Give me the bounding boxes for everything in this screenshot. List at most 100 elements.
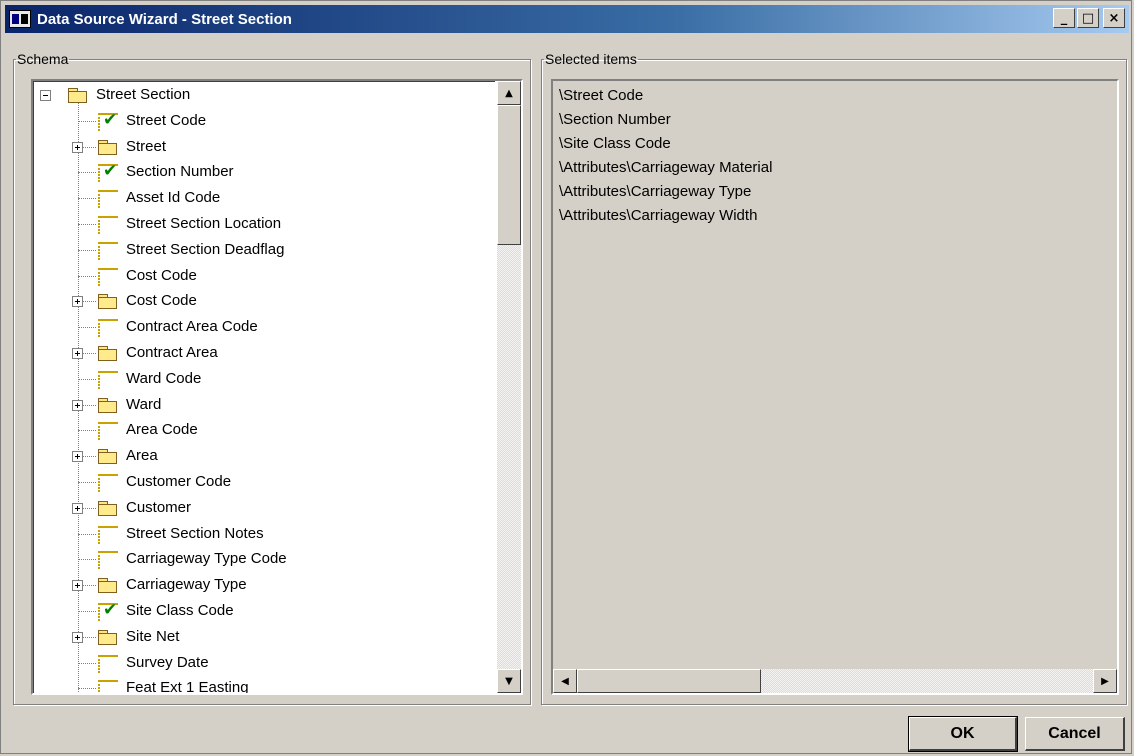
- plus-box-icon[interactable]: [72, 348, 83, 359]
- tree-connector-line: [78, 327, 96, 329]
- field-icon: ✔: [98, 600, 118, 621]
- selected-list-item[interactable]: \Attributes\Carriageway Material: [559, 159, 772, 176]
- field-icon-tick: [98, 658, 100, 661]
- checkmark-icon: ✔: [103, 600, 118, 620]
- tree-connector-line: [78, 249, 96, 251]
- tree-item[interactable]: Customer Code: [34, 470, 495, 496]
- selected-list-item[interactable]: \Street Code: [559, 87, 643, 104]
- tree-item[interactable]: Cost Code: [34, 264, 495, 290]
- tree-item-label: Site Net: [126, 627, 180, 645]
- folder-icon: [98, 578, 118, 594]
- title-bar[interactable]: Data Source Wizard - Street Section _ □ …: [5, 5, 1129, 33]
- minus-box-icon[interactable]: [40, 90, 51, 101]
- maximize-button[interactable]: □: [1077, 8, 1099, 28]
- plus-box-icon[interactable]: [72, 296, 83, 308]
- tree-item[interactable]: Street Section Location: [34, 212, 495, 238]
- checkmark-icon: ✔: [103, 109, 118, 130]
- scroll-thumb[interactable]: [497, 105, 521, 245]
- field-icon-tick: [98, 690, 100, 693]
- tree-item[interactable]: Carriageway Type: [34, 573, 495, 599]
- folder-body: [98, 400, 117, 413]
- selected-list-item[interactable]: \Attributes\Carriageway Width: [559, 207, 757, 224]
- scroll-left-button[interactable]: ◀: [553, 669, 577, 693]
- field-icon-tick: [98, 377, 100, 380]
- tree-item-label: Street: [126, 137, 167, 155]
- tree-item[interactable]: Area Code: [34, 418, 495, 444]
- field-icon-top: [98, 267, 118, 270]
- selected-items-list[interactable]: ◀ ▶ \Street Code \Section Number \Site Cla…: [551, 79, 1119, 695]
- plus-box-icon[interactable]: [72, 399, 83, 411]
- field-icon-tick: [98, 180, 100, 183]
- tree-item[interactable]: Carriageway Type Code: [34, 547, 495, 573]
- schema-legend: Schema: [17, 51, 69, 67]
- tree-item[interactable]: Survey Date: [34, 651, 495, 677]
- field-icon-tick: [98, 555, 100, 558]
- selected-list-item[interactable]: \Attributes\Carriageway Type: [559, 183, 751, 200]
- field-icon-tick: [98, 251, 100, 254]
- tree-item[interactable]: Street Section: [34, 83, 495, 109]
- plus-box-icon[interactable]: [72, 631, 83, 643]
- field-icon-tick: [98, 487, 100, 489]
- field-icon-tick: [98, 203, 100, 206]
- tree-item[interactable]: Street Section Notes: [34, 522, 495, 548]
- tree-item[interactable]: Street: [34, 135, 495, 161]
- field-icon-top: [98, 525, 118, 528]
- tree-item-label: Section Number: [126, 163, 234, 181]
- field-icon: [98, 654, 118, 673]
- selected-horizontal-scrollbar[interactable]: ◀ ▶: [553, 669, 1117, 693]
- selected-list-item[interactable]: \Section Number: [559, 111, 671, 128]
- field-icon-tick: [98, 438, 100, 441]
- horizontal-scroll-thumb[interactable]: [577, 669, 761, 693]
- title-buttons: _ □ ×: [1053, 8, 1125, 28]
- field-icon-tick: [98, 619, 100, 621]
- field-icon-tick: [98, 128, 100, 131]
- field-icon-tick: [98, 125, 100, 128]
- folder-body: [98, 297, 117, 310]
- field-icon: [98, 267, 118, 286]
- tree-item[interactable]: ✔ Site Class Code: [34, 599, 495, 625]
- tree-item-label: Cost Code: [126, 266, 197, 284]
- plus-box-icon[interactable]: [72, 451, 83, 463]
- field-icon-tick: [98, 248, 100, 251]
- field-icon-top: [98, 551, 118, 554]
- tree-item[interactable]: Ward: [34, 393, 495, 419]
- window-title: Data Source Wizard - Street Section: [37, 10, 292, 28]
- schema-vertical-scrollbar[interactable]: ▲ ▼: [497, 81, 521, 693]
- field-icon-tick: [98, 220, 100, 222]
- ok-button[interactable]: OK: [908, 716, 1018, 752]
- tree-item[interactable]: Area: [34, 444, 495, 470]
- plus-box-icon[interactable]: [72, 502, 83, 514]
- tree-item-label: Feat Ext 1 Easting: [126, 679, 249, 693]
- tree-item[interactable]: Contract Area: [34, 341, 495, 367]
- tree-item[interactable]: Site Net: [34, 625, 495, 651]
- scroll-right-button[interactable]: ▶: [1093, 669, 1117, 693]
- close-button[interactable]: ×: [1103, 8, 1125, 28]
- field-icon-tick: [98, 616, 100, 618]
- cancel-button[interactable]: Cancel: [1025, 717, 1125, 751]
- tree-item[interactable]: Ward Code: [34, 367, 495, 393]
- selected-list-item[interactable]: \Site Class Code: [559, 135, 671, 152]
- field-icon-tick: [98, 481, 100, 483]
- folder-body: [98, 503, 117, 516]
- tree-item[interactable]: ✔ Street Code: [34, 109, 495, 135]
- tree-item[interactable]: Asset Id Code: [34, 186, 495, 212]
- tree-connector-line: [78, 430, 96, 432]
- tree-connector-line: [78, 662, 96, 664]
- folder-icon: [98, 397, 118, 413]
- minimize-button[interactable]: _: [1053, 8, 1075, 28]
- field-icon-tick: [98, 386, 100, 389]
- tree-item[interactable]: Street Section Deadflag: [34, 238, 495, 264]
- field-icon-tick: [98, 541, 100, 544]
- tree-item[interactable]: ✔ Section Number: [34, 160, 495, 186]
- tree-item[interactable]: Customer: [34, 496, 495, 522]
- scroll-up-button[interactable]: ▲: [497, 81, 521, 105]
- tree-item[interactable]: Contract Area Code: [34, 315, 495, 341]
- plus-box-icon[interactable]: [72, 141, 83, 153]
- tree-item-label: Customer: [126, 498, 192, 516]
- schema-tree[interactable]: Street Section ✔ Street Code Street ✔ Section…: [31, 79, 523, 695]
- plus-box-icon[interactable]: [72, 580, 83, 592]
- tree-item[interactable]: Feat Ext 1 Easting: [34, 676, 495, 693]
- tree-item[interactable]: Cost Code: [34, 289, 495, 315]
- scroll-down-button[interactable]: ▼: [497, 669, 521, 693]
- checkmark-icon: ✔: [103, 161, 118, 182]
